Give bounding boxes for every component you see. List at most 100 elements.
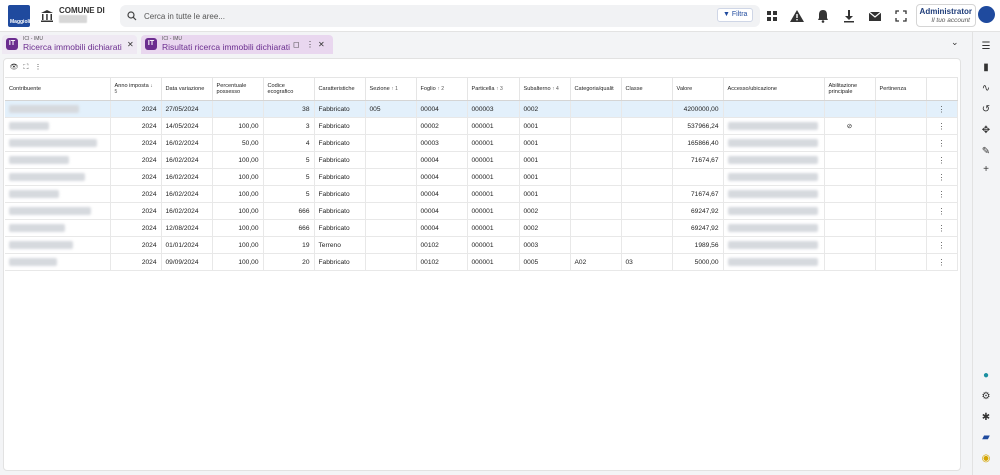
cell-particella: 000001	[467, 253, 520, 271]
location-icon[interactable]: ●	[979, 369, 993, 383]
comune-name-redacted	[59, 15, 87, 23]
header-valore[interactable]: Valore	[672, 77, 724, 101]
avatar[interactable]	[978, 6, 995, 23]
fullscreen-icon[interactable]	[893, 8, 909, 24]
sort-asc-icon[interactable]: ↑ 1	[391, 86, 398, 92]
bell-icon[interactable]	[815, 8, 831, 24]
row-actions-button[interactable]: ⋮	[926, 117, 958, 135]
more-vertical-icon[interactable]: ⋮	[32, 63, 44, 71]
expand-icon[interactable]: ⛶	[20, 64, 32, 72]
row-actions-button[interactable]: ⋮	[926, 253, 958, 271]
download-icon[interactable]	[841, 8, 857, 24]
book-icon[interactable]: ▮	[979, 61, 993, 75]
header-sezione[interactable]: Sezione ↑ 1	[365, 77, 417, 101]
bank-icon	[41, 10, 53, 22]
table-row[interactable]: 2024 27/05/2024 38 Fabbricato 005 00004 000003…	[5, 100, 958, 118]
row-actions-button[interactable]: ⋮	[926, 151, 958, 169]
header-caratteristiche[interactable]: Caratteristiche	[314, 77, 366, 101]
comune-label: COMUNE DI	[59, 6, 105, 15]
cell-sezione	[365, 202, 417, 220]
user-account-button[interactable]: Administrator Il tuo account	[916, 4, 976, 27]
logo-text: Maggioli	[10, 19, 31, 25]
header-abilitazione[interactable]: Abilitazione principale	[824, 77, 876, 101]
cell-pertinenza	[875, 185, 927, 203]
chat-icon[interactable]: ▰	[979, 431, 993, 445]
search-input[interactable]	[144, 9, 704, 23]
cell-particella: 000001	[467, 202, 520, 220]
row-actions-button[interactable]: ⋮	[926, 134, 958, 152]
eye-icon[interactable]: 👁	[8, 63, 20, 71]
tab-ricerca-immobili[interactable]: IT ICI - IMU Ricerca immobili dichiarati…	[2, 35, 137, 54]
header-data-variazione[interactable]: Data variazione	[161, 77, 213, 101]
plus-icon[interactable]: +	[979, 163, 993, 177]
table-row[interactable]: 2024 16/02/2024 100,00 5 Fabbricato 00004 0000…	[5, 185, 958, 203]
settings-icon[interactable]: ⚙	[979, 390, 993, 404]
mail-icon[interactable]	[867, 8, 883, 24]
sort-asc-icon[interactable]: ↑ 2	[437, 86, 444, 92]
list-icon[interactable]: ☰	[979, 40, 993, 54]
header-accesso[interactable]: Accesso/ubicazione	[723, 77, 825, 101]
module-icon: IT	[6, 38, 18, 50]
bookmark-icon[interactable]: ◻	[293, 40, 300, 49]
header-subalterno[interactable]: Subalterno ↑ 4	[519, 77, 571, 101]
cell-classe	[621, 219, 673, 237]
cell-classe	[621, 134, 673, 152]
apps-icon[interactable]	[764, 8, 780, 24]
cell-categoria	[570, 134, 622, 152]
row-actions-button[interactable]: ⋮	[926, 185, 958, 203]
cell-codice: 3	[263, 117, 315, 135]
cell-valore	[672, 168, 724, 186]
comune-logo[interactable]: Maggioli	[8, 5, 30, 27]
cell-categoria	[570, 185, 622, 203]
row-actions-button[interactable]: ⋮	[926, 219, 958, 237]
chevron-down-icon[interactable]: ⌄	[951, 37, 959, 48]
header-contribuente[interactable]: Contribuente	[5, 77, 111, 101]
table-row[interactable]: 2024 14/05/2024 100,00 3 Fabbricato 00002 0000…	[5, 117, 958, 135]
header-categoria[interactable]: Categoria/qualit	[570, 77, 622, 101]
redacted-contribuente	[9, 207, 91, 215]
header-particella[interactable]: Particella ↑ 3	[467, 77, 520, 101]
row-actions-button[interactable]: ⋮	[926, 168, 958, 186]
cell-subalterno: 0001	[519, 134, 571, 152]
header-pertinenza[interactable]: Pertinenza	[875, 77, 927, 101]
more-vertical-icon[interactable]: ⋮	[306, 40, 314, 49]
row-actions-button[interactable]: ⋮	[926, 236, 958, 254]
cell-contribuente	[5, 100, 111, 118]
search-bar[interactable]	[120, 5, 760, 27]
header-anno-imposta[interactable]: Anno imposta ↓ 5	[110, 77, 162, 101]
tab-risultati-ricerca[interactable]: IT ICI - IMU Risultati ricerca immobili …	[141, 35, 333, 54]
filter-button[interactable]: ▼ Filtra	[717, 8, 754, 22]
table-row[interactable]: 2024 09/09/2024 100,00 20 Fabbricato 00102 000…	[5, 253, 958, 271]
close-icon[interactable]: ✕	[318, 40, 325, 49]
row-actions-button[interactable]: ⋮	[926, 202, 958, 220]
chart-icon[interactable]: ∿	[979, 82, 993, 96]
puzzle-icon[interactable]: ✥	[979, 124, 993, 138]
support-icon[interactable]: ◉	[979, 452, 993, 466]
close-icon[interactable]: ✕	[127, 40, 134, 49]
warning-icon[interactable]	[789, 8, 805, 24]
header-codice[interactable]: Codice ecografico	[263, 77, 315, 101]
table-row[interactable]: 2024 16/02/2024 100,00 5 Fabbricato 00004 0000…	[5, 151, 958, 169]
table-row[interactable]: 2024 16/02/2024 100,00 666 Fabbricato 00004 00…	[5, 202, 958, 220]
cell-codice: 19	[263, 236, 315, 254]
edit-icon[interactable]: ✎	[979, 145, 993, 159]
cell-particella: 000003	[467, 100, 520, 118]
sort-asc-icon[interactable]: ↑ 4	[552, 86, 559, 92]
table-row[interactable]: 2024 16/02/2024 50,00 4 Fabbricato 00003 00000…	[5, 134, 958, 152]
cell-pertinenza	[875, 100, 927, 118]
header-foglio[interactable]: Foglio ↑ 2	[416, 77, 468, 101]
cell-accesso	[723, 168, 825, 186]
search-icon	[127, 11, 137, 21]
sort-asc-icon[interactable]: ↑ 3	[496, 86, 503, 92]
table-row[interactable]: 2024 16/02/2024 100,00 5 Fabbricato 00004 0000…	[5, 168, 958, 186]
accessibility-icon[interactable]: ✱	[979, 411, 993, 425]
table-row[interactable]: 2024 01/01/2024 100,00 19 Terreno 00102 000001…	[5, 236, 958, 254]
cell-sezione	[365, 236, 417, 254]
row-actions-button[interactable]: ⋮	[926, 100, 958, 118]
header-classe[interactable]: Classe	[621, 77, 673, 101]
history-icon[interactable]: ↺	[979, 103, 993, 117]
table-row[interactable]: 2024 12/08/2024 100,00 666 Fabbricato 00004 00…	[5, 219, 958, 237]
cell-subalterno: 0003	[519, 236, 571, 254]
header-percentuale[interactable]: Percentuale possesso	[212, 77, 264, 101]
cell-abilitazione	[824, 185, 876, 203]
